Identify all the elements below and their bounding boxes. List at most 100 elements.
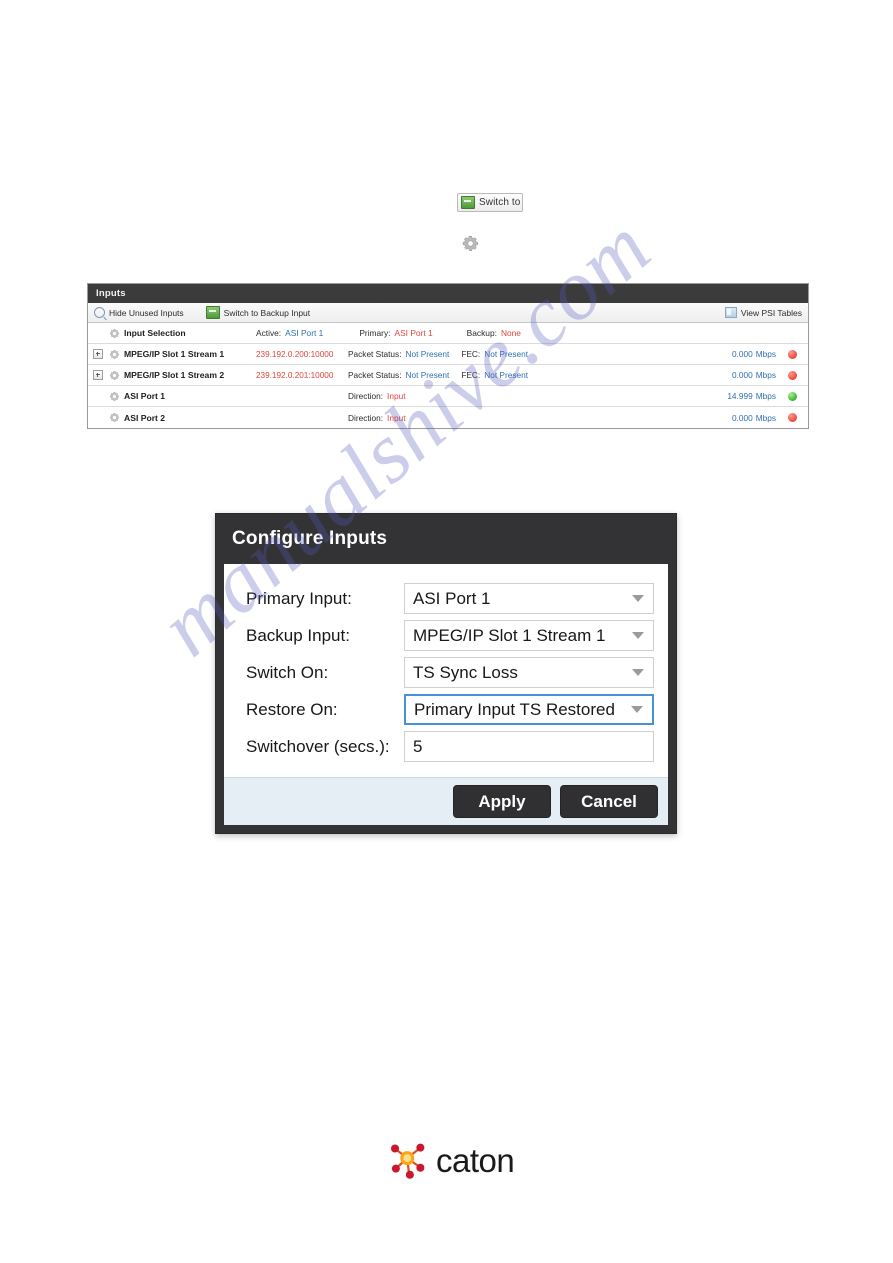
status-led-cell (782, 370, 802, 380)
switch-to-label: Switch to (479, 197, 521, 208)
direction-label: Direction: (348, 391, 384, 401)
row-name: MPEG/IP Slot 1 Stream 1 (124, 349, 225, 359)
row-address: 239.192.0.200:10000 (256, 349, 334, 359)
chevron-down-icon (631, 706, 643, 713)
packet-status-value: Not Present (405, 370, 450, 380)
restore-on-label: Restore On: (246, 699, 338, 719)
row-details: Packet Status: Not Present FEC: Not Pres… (348, 370, 710, 380)
dialog-body: Primary Input: ASI Port 1 Backup Input: … (224, 564, 668, 777)
row-details: Direction: Input (348, 413, 710, 423)
switch-to-backup-input-button[interactable]: Switch to Backup Input (205, 306, 311, 319)
primary-input-label: Primary Input: (246, 588, 352, 608)
fec-label: FEC: (461, 370, 481, 380)
gear-icon-svg (462, 235, 478, 251)
inputs-panel-title: Inputs (88, 284, 808, 303)
cancel-button[interactable]: Cancel (560, 785, 658, 818)
gear-icon-svg (109, 413, 119, 422)
switchover-label: Switchover (secs.): (246, 736, 390, 756)
gear-icon[interactable] (461, 234, 480, 253)
direction-value: Input (387, 412, 406, 423)
gear-icon-svg (109, 370, 119, 380)
inputs-toolbar: Hide Unused Inputs Switch to Backup Inpu… (88, 303, 808, 323)
caton-wordmark: caton (436, 1141, 515, 1179)
row-details: Direction: Input (348, 391, 710, 401)
rate-unit: Mbps (755, 412, 776, 423)
row-rate: 14.999 Mbps (710, 391, 782, 401)
rate-unit: Mbps (755, 391, 776, 401)
row-details: Packet Status: Not Present FEC: Not Pres… (348, 349, 710, 359)
apply-button[interactable]: Apply (453, 785, 551, 818)
backup-input-value: MPEG/IP Slot 1 Stream 1 (413, 625, 606, 645)
backup-value: None (500, 328, 521, 338)
dialog-title: Configure Inputs (232, 528, 388, 549)
gear-icon[interactable] (104, 370, 124, 381)
psi-table-icon (724, 307, 737, 318)
input-selection-row[interactable]: Input Selection Active: ASI Port 1 Prima… (88, 323, 808, 344)
gear-icon-svg (109, 328, 119, 338)
primary-value: ASI Port 1 (394, 328, 433, 338)
status-led-red-icon (787, 413, 797, 422)
status-led-red-icon (787, 349, 797, 359)
view-psi-tables-button[interactable]: View PSI Tables (724, 307, 802, 318)
gear-icon[interactable] (104, 412, 124, 423)
rate-value: 14.999 (727, 391, 753, 401)
caton-logo: caton (388, 1136, 515, 1182)
field-row-switch-on: Switch On: TS Sync Loss (224, 654, 668, 691)
expand-cell[interactable] (92, 370, 104, 380)
gear-icon-svg (109, 391, 119, 401)
fec-label: FEC: (461, 349, 481, 359)
field-row-restore-on: Restore On: Primary Input TS Restored (224, 691, 668, 728)
backup-input-select[interactable]: MPEG/IP Slot 1 Stream 1 (404, 620, 654, 651)
rate-unit: Mbps (755, 370, 776, 380)
input-selection-name: Input Selection (124, 328, 186, 338)
active-value: ASI Port 1 (285, 328, 324, 338)
rate-value: 0.000 (731, 412, 753, 423)
direction-label: Direction: (348, 412, 384, 423)
field-row-backup-input: Backup Input: MPEG/IP Slot 1 Stream 1 (224, 617, 668, 654)
gear-icon[interactable] (104, 349, 124, 360)
switch-on-label: Switch On: (246, 662, 329, 682)
switch-on-select[interactable]: TS Sync Loss (404, 657, 654, 688)
packet-status-value: Not Present (405, 349, 450, 359)
dialog-footer: Apply Cancel (224, 777, 668, 825)
table-row[interactable]: ASI Port 1 Direction: Input 14.999 Mbps (88, 386, 808, 407)
row-rate: 0.000 Mbps (710, 349, 782, 359)
row-address: 239.192.0.201:10000 (256, 370, 334, 380)
switch-to-button[interactable]: Switch to (457, 193, 523, 212)
chevron-down-icon (632, 669, 644, 676)
backup-label: Backup: (466, 328, 497, 338)
hide-unused-inputs-label: Hide Unused Inputs (109, 307, 184, 318)
packet-status-label: Packet Status: (348, 349, 402, 359)
status-led-cell (782, 413, 802, 422)
caton-molecule-icon (388, 1138, 430, 1180)
field-row-switchover: Switchover (secs.): 5 (224, 728, 668, 765)
primary-input-value: ASI Port 1 (413, 588, 491, 608)
field-row-primary-input: Primary Input: ASI Port 1 (224, 580, 668, 617)
fec-value: Not Present (484, 370, 529, 380)
row-rate: 0.000 Mbps (710, 370, 782, 380)
row-name: ASI Port 1 (124, 391, 166, 401)
switch-to-backup-input-label: Switch to Backup Input (223, 307, 311, 318)
expand-plus-icon[interactable] (93, 370, 103, 380)
hide-unused-inputs-button[interactable]: Hide Unused Inputs (94, 307, 184, 318)
row-name: ASI Port 2 (124, 412, 166, 423)
view-psi-tables-label: View PSI Tables (740, 307, 802, 318)
table-row[interactable]: MPEG/IP Slot 1 Stream 1 239.192.0.200:10… (88, 344, 808, 365)
restore-on-select[interactable]: Primary Input TS Restored (404, 694, 654, 725)
status-led-red-icon (787, 370, 797, 380)
fec-value: Not Present (484, 349, 529, 359)
gear-icon[interactable] (104, 391, 124, 402)
direction-value: Input (387, 391, 406, 401)
status-led-cell (782, 349, 802, 359)
chevron-down-icon (632, 632, 644, 639)
table-row[interactable]: MPEG/IP Slot 1 Stream 2 239.192.0.201:10… (88, 365, 808, 386)
caton-molecule-svg (390, 1143, 425, 1179)
status-led-green-icon (787, 391, 797, 401)
expand-cell[interactable] (92, 349, 104, 359)
table-row[interactable]: ASI Port 2 Direction: Input 0.000 Mbps (88, 407, 808, 428)
switch-on-value: TS Sync Loss (413, 662, 518, 682)
switchover-input[interactable]: 5 (404, 731, 654, 762)
primary-input-select[interactable]: ASI Port 1 (404, 583, 654, 614)
gear-icon[interactable] (104, 328, 124, 339)
expand-plus-icon[interactable] (93, 349, 103, 359)
